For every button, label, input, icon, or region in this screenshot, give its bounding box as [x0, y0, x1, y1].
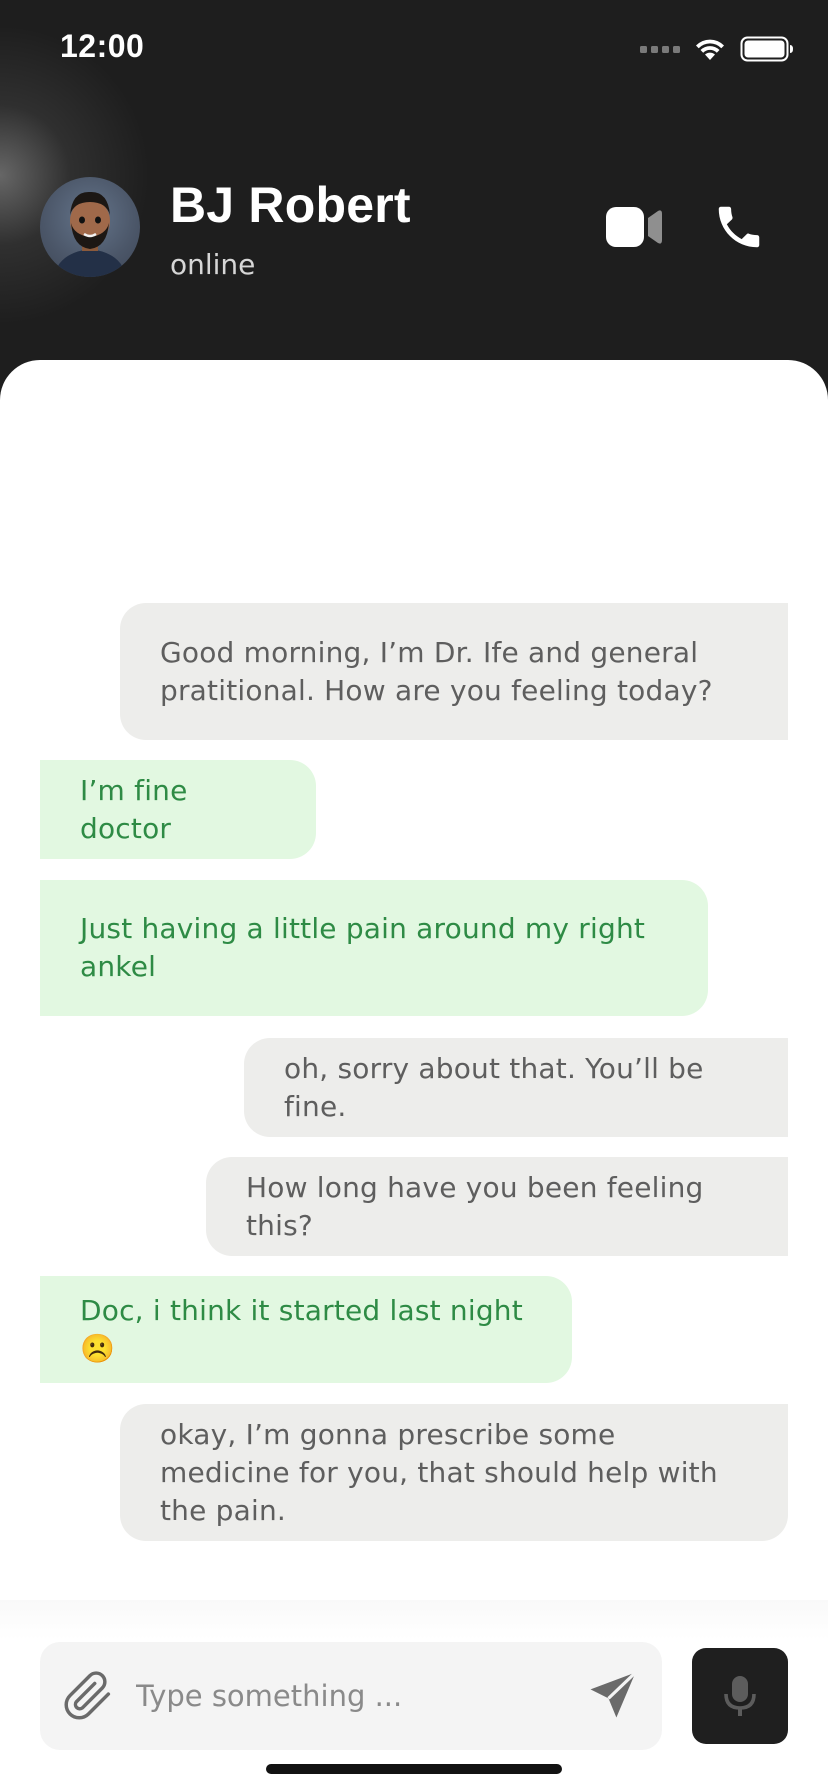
voice-message-button[interactable] — [692, 1648, 788, 1744]
video-camera-icon — [606, 207, 662, 247]
battery-icon — [740, 36, 793, 62]
message-text: How long have you been feeling this? — [246, 1170, 704, 1242]
voice-call-button[interactable] — [712, 200, 766, 254]
message-bubble-incoming: oh, sorry about that. You’ll be fine. — [244, 1038, 788, 1137]
send-icon — [590, 1671, 637, 1718]
wifi-icon — [696, 39, 724, 60]
message-bubble-outgoing: Doc, i think it started last night ☹️ — [40, 1276, 572, 1383]
status-icons — [640, 34, 794, 64]
message-bubble-outgoing: Just having a little pain around my righ… — [40, 880, 708, 1016]
message-text: Just having a little pain around my righ… — [80, 912, 646, 983]
message-bubble-outgoing: I’m fine doctor — [40, 760, 316, 859]
send-button[interactable] — [586, 1668, 640, 1722]
signal-icon — [640, 45, 680, 53]
phone-icon — [718, 206, 760, 248]
attach-button[interactable] — [62, 1670, 114, 1722]
contact-name: BJ Robert — [170, 177, 411, 233]
chat-panel: Good morning, I’m Dr. Ife and general pr… — [0, 360, 828, 1792]
message-bubble-incoming: How long have you been feeling this? — [206, 1157, 788, 1256]
message-input[interactable] — [136, 1668, 576, 1724]
contact-avatar[interactable] — [40, 177, 140, 277]
home-indicator — [266, 1764, 562, 1774]
message-text: Doc, i think it started last night ☹️ — [80, 1293, 523, 1365]
paperclip-icon — [64, 1671, 111, 1720]
video-call-button[interactable] — [604, 202, 664, 252]
message-bubble-incoming: Good morning, I’m Dr. Ife and general pr… — [120, 603, 788, 740]
message-text: Good morning, I’m Dr. Ife and general pr… — [160, 635, 713, 707]
chat-header: 12:00 BJ Robert online — [0, 0, 828, 380]
avatar-illustration — [54, 191, 126, 277]
contact-status: online — [170, 248, 256, 281]
message-text: oh, sorry about that. You’ll be fine. — [284, 1051, 704, 1123]
status-time: 12:00 — [60, 28, 145, 64]
message-text: okay, I’m gonna prescribe some medicine … — [160, 1417, 718, 1527]
message-text: I’m fine doctor — [80, 773, 188, 845]
message-bubble-incoming: okay, I’m gonna prescribe some medicine … — [120, 1404, 788, 1541]
microphone-icon — [724, 1676, 756, 1716]
